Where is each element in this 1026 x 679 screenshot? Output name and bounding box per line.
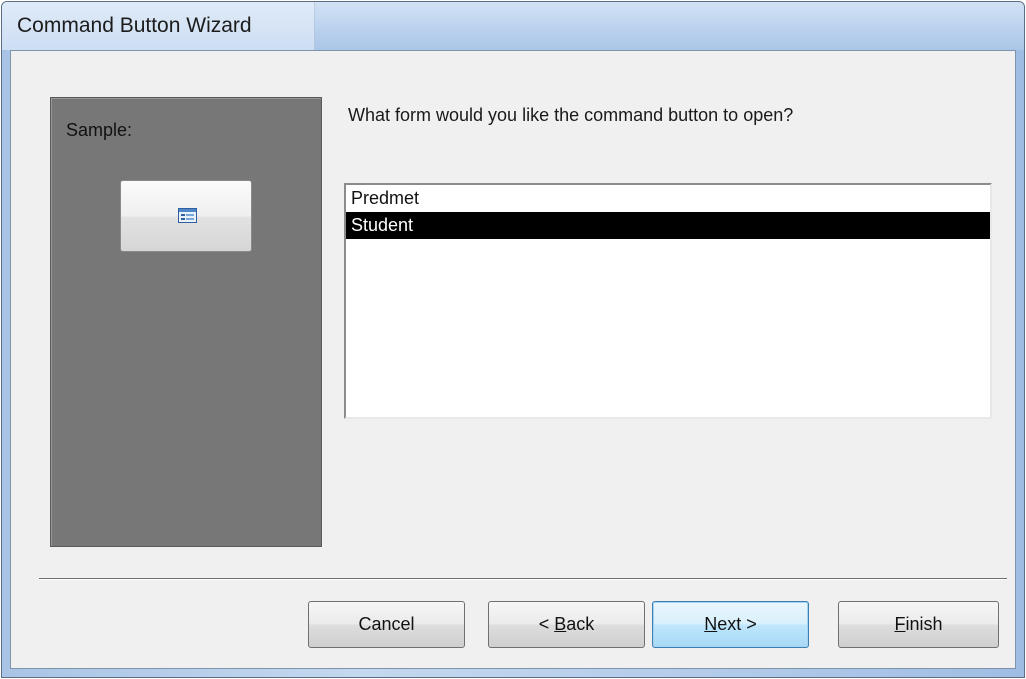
sample-label: Sample: (66, 120, 133, 140)
cancel-button[interactable]: Cancel (308, 601, 465, 648)
list-item-predmet[interactable]: Predmet (346, 185, 990, 212)
finish-button-mnemonic: F (894, 614, 906, 634)
form-icon (178, 208, 197, 223)
sample-command-button (120, 180, 252, 252)
back-button[interactable]: < Back (488, 601, 645, 648)
next-button[interactable]: Next > (652, 601, 809, 648)
back-button-mnemonic: B (554, 614, 567, 634)
wizard-question: What form would you like the command but… (348, 105, 794, 125)
form-listbox[interactable]: Predmet Student (344, 183, 992, 419)
finish-button-rest: inish (905, 614, 943, 634)
back-button-prefix: < (538, 614, 555, 634)
back-button-rest: ack (566, 614, 595, 634)
finish-button[interactable]: Finish (838, 601, 999, 648)
window-title: Command Button Wizard (17, 14, 252, 37)
list-item-student[interactable]: Student (346, 212, 990, 239)
cancel-button-label: Cancel (358, 614, 415, 634)
next-button-mnemonic: N (704, 614, 718, 634)
next-button-rest: ext > (717, 614, 757, 634)
button-separator (39, 578, 1007, 580)
wizard-body: Sample: What form would you like the com… (10, 50, 1016, 669)
title-bar[interactable]: Command Button Wizard (2, 2, 1024, 50)
sample-panel: Sample: (50, 97, 322, 547)
wizard-window: Command Button Wizard Sample: What form … (1, 1, 1025, 678)
